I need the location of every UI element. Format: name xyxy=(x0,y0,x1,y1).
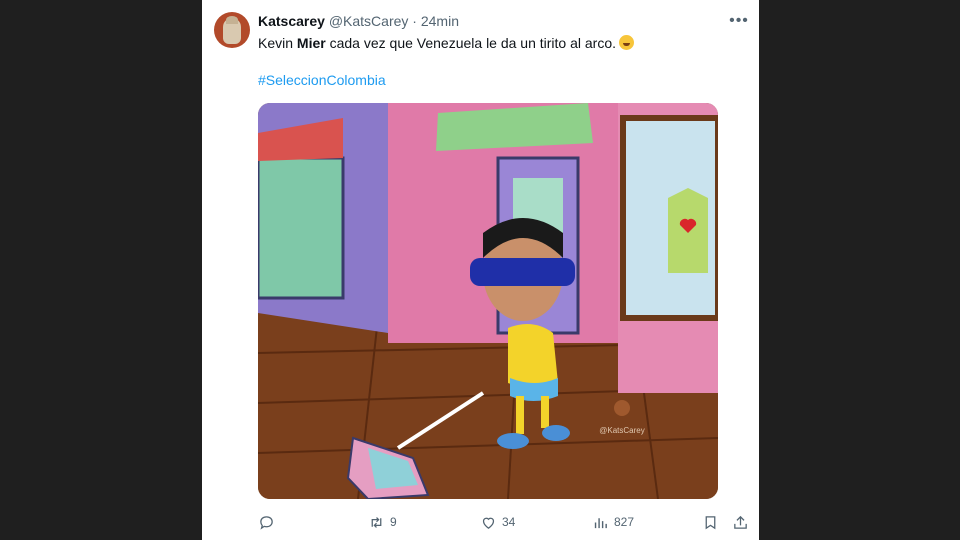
tweet-text-part1: Kevin xyxy=(258,35,297,51)
watermark-text: @KatsCarey xyxy=(599,426,644,435)
share-icon xyxy=(734,515,747,529)
like-count: 34 xyxy=(502,515,516,529)
more-dots-icon[interactable]: ••• xyxy=(729,12,749,30)
rolling-on-floor-laughing-emoji-icon xyxy=(619,35,635,50)
reply-icon xyxy=(260,515,273,530)
like-button[interactable]: 34 xyxy=(480,512,515,532)
tweet-media-image[interactable]: @KatsCarey xyxy=(258,103,718,499)
tweet-text-bold: Mier xyxy=(296,35,326,51)
tweet-text: Kevin Mier cada vez que Venezuela le da … xyxy=(258,34,738,52)
heart-icon xyxy=(482,517,495,529)
views-button[interactable]: 827 xyxy=(592,512,634,532)
tweet-actions-bar: 9 34 827 xyxy=(258,512,748,532)
views-count: 827 xyxy=(614,515,635,529)
share-button[interactable] xyxy=(732,512,749,532)
author-avatar[interactable] xyxy=(214,12,250,48)
tweet-card[interactable]: Katscarey @KatsCarey · 24min ••• Kevin M… xyxy=(202,0,759,540)
avatar-dog-ear xyxy=(226,16,238,24)
meme-illustration: @KatsCarey xyxy=(258,103,718,499)
tweet-header: Katscarey @KatsCarey · 24min xyxy=(258,12,459,30)
bookmark-icon xyxy=(705,515,716,529)
tweet-text-part2: cada vez que Venezuela le da un tirito a… xyxy=(325,35,617,51)
views-icon xyxy=(594,517,607,528)
tweet-time[interactable]: 24min xyxy=(421,13,459,29)
bookmark-button[interactable] xyxy=(702,512,719,532)
repost-icon xyxy=(371,516,382,528)
watermark-logo xyxy=(614,400,630,416)
repost-button[interactable]: 9 xyxy=(368,512,397,532)
author-handle[interactable]: @KatsCarey xyxy=(329,13,409,29)
header-separator: · xyxy=(412,13,417,29)
hashtag-link[interactable]: #SeleccionColombia xyxy=(258,71,386,89)
repost-count: 9 xyxy=(390,515,397,529)
reply-button[interactable] xyxy=(258,512,280,532)
left-window xyxy=(258,156,345,300)
author-name[interactable]: Katscarey xyxy=(258,13,325,29)
